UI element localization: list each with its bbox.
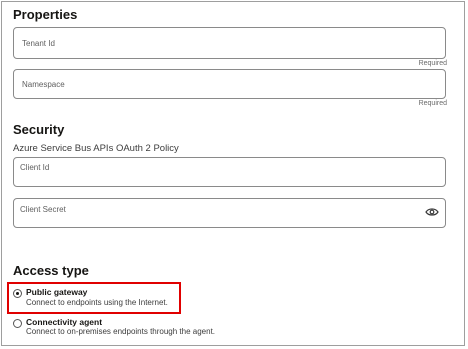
namespace-label: Namespace — [22, 80, 65, 89]
public-gateway-description: Connect to endpoints using the Internet. — [26, 298, 168, 307]
access-type-heading: Access type — [13, 263, 89, 278]
tenant-id-required: Required — [418, 60, 447, 67]
namespace-required: Required — [418, 100, 447, 107]
connectivity-agent-description: Connect to on-premises endpoints through… — [26, 327, 216, 336]
tenant-id-field[interactable]: Tenant Id — [13, 27, 446, 59]
connectivity-agent-title[interactable]: Connectivity agent — [26, 317, 102, 327]
public-gateway-title[interactable]: Public gateway — [26, 287, 87, 297]
namespace-field[interactable]: Namespace — [13, 69, 446, 99]
eye-icon[interactable] — [425, 207, 439, 217]
public-gateway-radio[interactable] — [13, 289, 22, 298]
client-id-field[interactable]: Client Id — [13, 157, 446, 187]
client-secret-field[interactable]: Client Secret — [13, 198, 446, 228]
client-id-label: Client Id — [20, 163, 50, 172]
connectivity-agent-radio[interactable] — [13, 319, 22, 328]
policy-name: Azure Service Bus APIs OAuth 2 Policy — [13, 143, 179, 154]
tenant-id-label: Tenant Id — [22, 39, 55, 48]
client-secret-label: Client Secret — [20, 205, 66, 214]
properties-heading: Properties — [13, 7, 78, 22]
security-heading: Security — [13, 122, 65, 137]
